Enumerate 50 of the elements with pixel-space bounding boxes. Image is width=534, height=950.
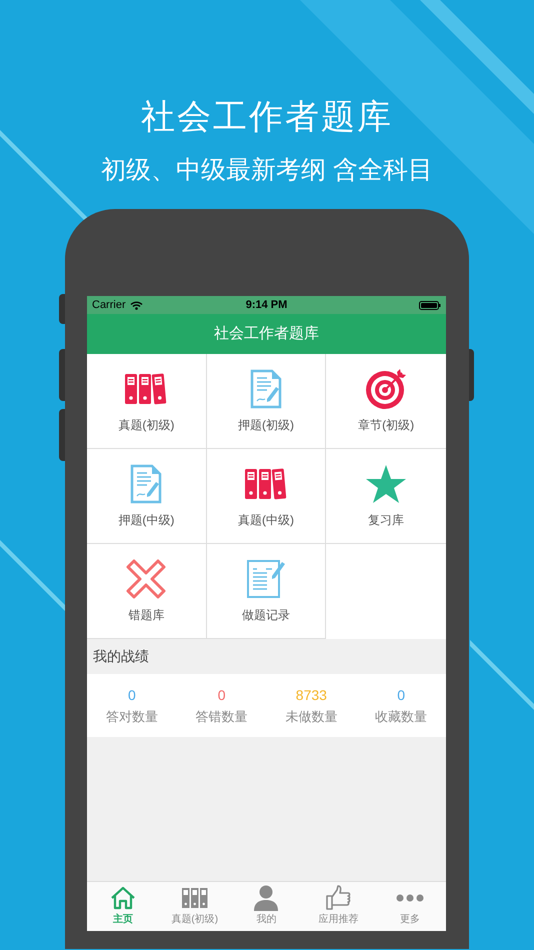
menu-tile[interactable]: 押题(中级) xyxy=(87,449,207,544)
tile-label: 真题(初级) xyxy=(118,417,174,434)
tile-label: 押题(初级) xyxy=(238,417,294,434)
stat-value: 0 xyxy=(128,686,136,702)
tile-label: 做题记录 xyxy=(242,607,290,624)
document-pen-icon xyxy=(250,369,282,409)
battery-icon xyxy=(418,300,441,310)
menu-tile[interactable]: 真题(初级) xyxy=(87,354,207,449)
menu-tile[interactable]: 复习库 xyxy=(326,449,446,544)
tab-label: 主页 xyxy=(112,914,133,926)
binders-icon xyxy=(244,468,288,500)
thumbs-up-icon xyxy=(325,885,352,911)
tab-label: 应用推荐 xyxy=(318,914,358,926)
nav-title: 社会工作者题库 xyxy=(214,324,319,344)
stat-value: 0 xyxy=(218,686,226,702)
tile-label: 真题(中级) xyxy=(238,512,294,529)
target-icon xyxy=(365,368,408,410)
stat-value: 8733 xyxy=(296,686,327,702)
stat-label: 答错数量 xyxy=(196,708,248,724)
tab-label: 真题(初级) xyxy=(171,914,218,926)
menu-tile[interactable]: 真题(中级) xyxy=(206,449,326,544)
tile-label: 复习库 xyxy=(368,512,404,529)
home-icon xyxy=(110,886,136,910)
menu-tile[interactable]: 做题记录 xyxy=(206,544,326,639)
menu-tile[interactable]: 章节(初级) xyxy=(326,354,446,449)
more-icon xyxy=(396,894,424,902)
stat-value: 0 xyxy=(397,686,406,702)
section-title: 我的战绩 xyxy=(93,647,149,666)
person-icon xyxy=(254,885,278,911)
carrier-label: Carrier xyxy=(92,298,126,313)
tile-label: 押题(中级) xyxy=(118,512,174,529)
stat-label: 未做数量 xyxy=(285,708,338,724)
cross-icon xyxy=(126,559,166,599)
headline: 社会工作者题库 xyxy=(141,98,393,138)
tile-label: 章节(初级) xyxy=(358,417,414,434)
subtitle: 初级、中级最新考纲 含全科目 xyxy=(101,155,433,186)
tile-label: 错题库 xyxy=(128,607,164,624)
tab-label: 更多 xyxy=(400,914,420,926)
menu-tile[interactable]: 错题库 xyxy=(87,544,207,639)
record-icon xyxy=(246,559,286,599)
stat-label: 答对数量 xyxy=(106,708,158,724)
tab-label: 我的 xyxy=(256,914,276,926)
menu-tile[interactable]: 押题(初级) xyxy=(206,354,326,449)
document-pen-icon xyxy=(130,464,162,504)
status-time: 9:14 PM xyxy=(246,298,288,313)
wifi-icon xyxy=(130,300,143,310)
star-icon xyxy=(365,464,408,504)
stat-label: 收藏数量 xyxy=(375,708,428,724)
binders-icon xyxy=(182,887,208,909)
binders-icon xyxy=(124,373,168,405)
